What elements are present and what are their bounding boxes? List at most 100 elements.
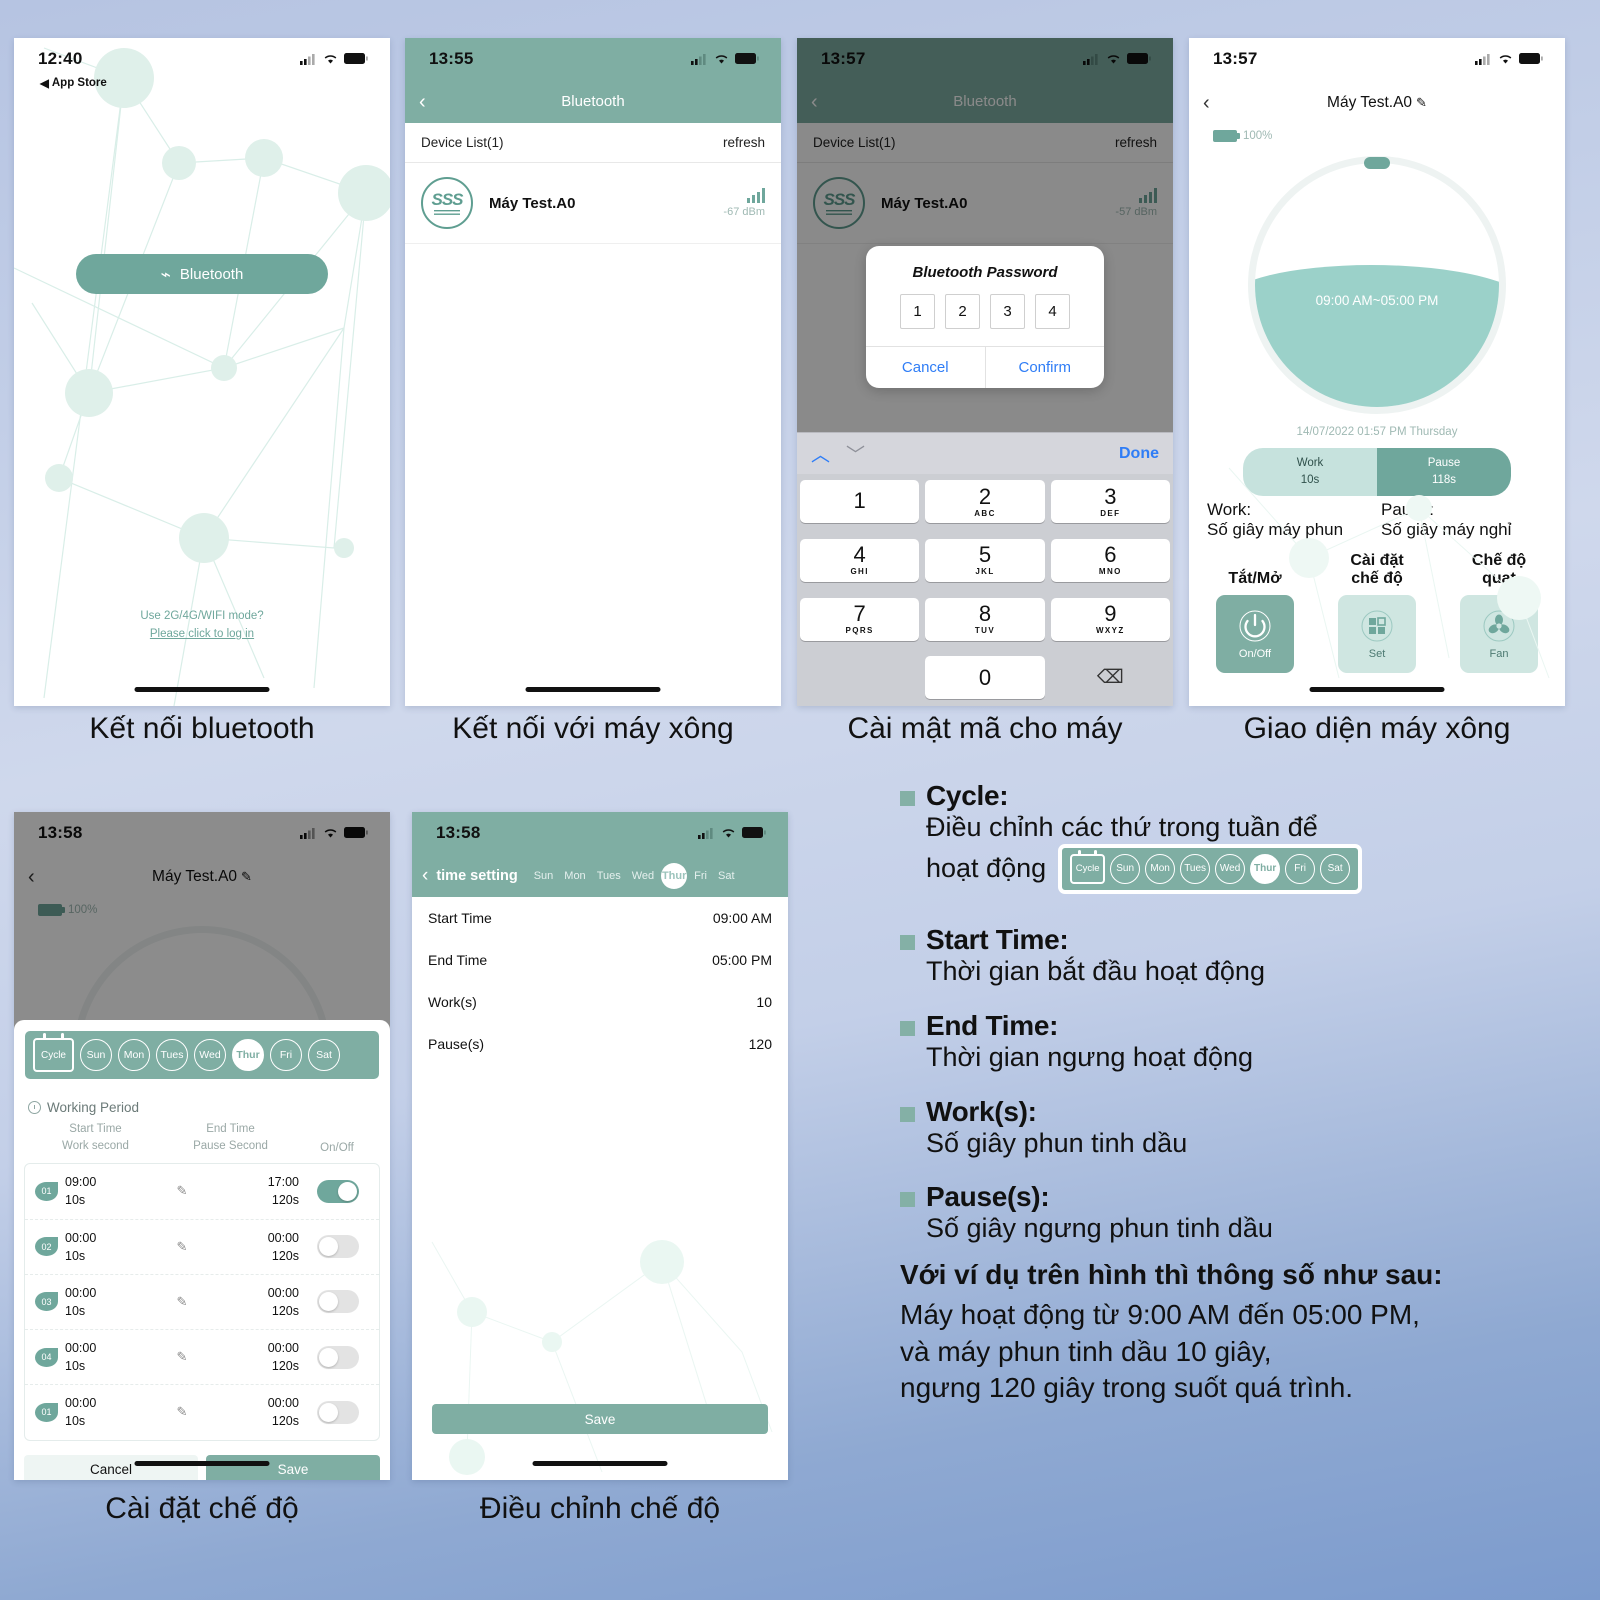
login-hint-link[interactable]: Please click to log in — [14, 626, 390, 644]
row-start-time: 00:00 — [65, 1285, 97, 1300]
home-indicator — [532, 1461, 668, 1466]
mini-cycle-selector: Cycle Sun Mon Tues Wed Thur Fri Sat — [1058, 843, 1363, 894]
row-number-badge: 04 — [35, 1347, 58, 1367]
backspace-key-icon[interactable]: ⌫ — [1051, 656, 1170, 699]
password-digit-1[interactable]: 1 — [900, 294, 935, 329]
confirm-button[interactable]: Confirm — [986, 347, 1105, 388]
dial-knob-handle[interactable] — [1364, 157, 1390, 169]
mini-cycle-label: Cycle — [1075, 863, 1100, 875]
bullet-square-icon — [900, 1020, 915, 1036]
back-to-app-store[interactable]: ◀ App Store — [40, 76, 107, 90]
wifi-icon — [1499, 55, 1512, 64]
save-button[interactable]: Save — [206, 1454, 380, 1480]
row-work-seconds: 10s — [65, 1414, 86, 1429]
key-2[interactable]: 2 ABC — [925, 480, 1045, 523]
password-digit-group: 1 2 3 4 — [866, 294, 1104, 346]
device-title: Máy Test.A0 — [1327, 94, 1413, 111]
back-chevron-icon[interactable]: ‹ — [1203, 93, 1210, 113]
row-toggle[interactable] — [317, 1235, 359, 1259]
row-work-seconds: 10s — [65, 1248, 86, 1263]
device-row[interactable]: SSS Máy Test.A0 -67 dBm — [405, 163, 781, 244]
bullet-square-icon — [900, 791, 915, 806]
status-bar: 13:55 — [405, 38, 781, 80]
row-edit-pencil-icon[interactable]: ✎ — [156, 1349, 208, 1365]
chevron-up-icon[interactable]: ︿ — [811, 440, 830, 467]
row-toggle[interactable] — [317, 1400, 359, 1424]
key-3[interactable]: 3 DEF — [1050, 480, 1170, 523]
col-start-bottom: Work second — [62, 1140, 129, 1153]
status-bar: 13:58 — [412, 812, 788, 854]
day-mon[interactable]: Mon — [118, 1039, 150, 1071]
key-7[interactable]: 7 PQRS — [800, 597, 920, 641]
toggle-knob — [319, 1402, 338, 1422]
key-0[interactable]: 0 — [925, 656, 1045, 700]
login-hint[interactable]: Use 2G/4G/WIFI mode? Please click to log… — [14, 608, 390, 644]
toggle-knob — [338, 1181, 357, 1201]
phone-screen-device-list: 13:55 ‹ Bluetooth Device List(1) refresh… — [405, 38, 781, 706]
password-digit-4[interactable]: 4 — [1035, 294, 1070, 329]
password-digit-2[interactable]: 2 — [945, 294, 980, 329]
row-toggle[interactable] — [317, 1290, 359, 1314]
day-fri[interactable]: Fri — [270, 1039, 302, 1071]
col-start: Start Time Work second — [28, 1121, 163, 1157]
day-sun[interactable]: Sun — [80, 1039, 112, 1071]
key-5[interactable]: 5 JKL — [925, 538, 1045, 582]
table-row[interactable]: 01 09:00 10s ✎ 17:00 120s — [25, 1164, 379, 1220]
legend-item-cycle: Cycle: Điều chỉnh các thứ trong tuần để … — [900, 780, 1590, 894]
table-row[interactable]: 03 00:00 10s ✎ 00:00 120s — [25, 1275, 379, 1330]
key-1[interactable]: 1 — [800, 480, 920, 523]
row-end-time: 00:00 — [267, 1285, 299, 1300]
row-work-seconds: 10s — [65, 1359, 86, 1374]
bluetooth-button[interactable]: ⌁ Bluetooth — [76, 254, 328, 294]
home-indicator — [134, 1461, 270, 1466]
day-sat[interactable]: Sat — [308, 1039, 340, 1071]
cancel-button[interactable]: Cancel — [866, 347, 986, 388]
day-wed[interactable]: Wed — [194, 1039, 226, 1071]
save-button[interactable]: Save — [432, 1404, 768, 1434]
cycle-setting-sheet: Cycle Sun Mon Tues Wed Thur Fri Sat Work… — [14, 1020, 390, 1480]
key-6[interactable]: 6 MNO — [1050, 538, 1170, 582]
status-time: 13:55 — [429, 49, 474, 68]
refresh-button[interactable]: refresh — [723, 135, 765, 150]
calendar-icon: Cycle — [1070, 849, 1106, 884]
row-end-time: 00:00 — [267, 1396, 299, 1411]
row-toggle[interactable] — [317, 1179, 359, 1203]
row-toggle[interactable] — [317, 1345, 359, 1369]
phone-screen-cycle-setting: 13:58 ‹ Máy Test.A0 ✎ 100% Cycle Sun Mon… — [14, 812, 390, 1480]
key-4[interactable]: 4 GHI — [800, 538, 920, 582]
row-number-badge: 01 — [35, 1181, 58, 1201]
row-start-time: 00:00 — [65, 1230, 97, 1245]
key-8[interactable]: 8 TUV — [925, 597, 1045, 641]
schedule-dial[interactable]: 09:00 AM~05:00 PM — [1248, 156, 1506, 414]
day-tues[interactable]: Tues — [156, 1039, 188, 1071]
col-end-bottom: Pause Second — [193, 1140, 268, 1153]
home-indicator — [1309, 687, 1445, 692]
key-9[interactable]: 9 WXYZ — [1050, 597, 1170, 641]
day-thur[interactable]: Thur — [232, 1039, 264, 1071]
legend-start-term: Start Time: — [926, 923, 1069, 955]
dial-fill — [1255, 265, 1499, 407]
cancel-button[interactable]: Cancel — [24, 1454, 198, 1480]
summary-title: Với ví dụ trên hình thì thông số như sau… — [900, 1259, 1443, 1291]
avatar-text: SSS — [431, 190, 463, 209]
keyboard-done-button[interactable]: Done — [1119, 445, 1159, 463]
caption-phone3: Cài mật mã cho máy — [847, 712, 1123, 745]
calendar-icon[interactable]: Cycle — [33, 1033, 74, 1072]
table-row[interactable]: 02 00:00 10s ✎ 00:00 120s — [25, 1220, 379, 1275]
table-row[interactable]: 01 00:00 10s ✎ 00:00 120s — [25, 1385, 379, 1439]
dial-time-range: 09:00 AM~05:00 PM — [1315, 292, 1439, 308]
row-edit-pencil-icon[interactable]: ✎ — [156, 1183, 208, 1199]
summary-line-2: và máy phun tinh dầu 10 giây, — [900, 1335, 1272, 1367]
password-digit-3[interactable]: 3 — [990, 294, 1025, 329]
legend-item-work: Work(s): Số giây phun tinh dầu — [900, 1096, 1590, 1160]
row-edit-pencil-icon[interactable]: ✎ — [156, 1294, 208, 1310]
table-row[interactable]: 04 00:00 10s ✎ 00:00 120s — [25, 1330, 379, 1386]
edit-pencil-icon[interactable]: ✎ — [1416, 95, 1427, 111]
chevron-down-icon[interactable]: ﹀ — [846, 440, 865, 467]
battery-icon — [735, 53, 759, 64]
row-edit-pencil-icon[interactable]: ✎ — [156, 1404, 208, 1420]
battery-icon — [742, 827, 766, 838]
row-edit-pencil-icon[interactable]: ✎ — [156, 1239, 208, 1255]
device-list-header: Device List(1) refresh — [405, 123, 781, 163]
back-chevron-icon[interactable]: ‹ — [419, 92, 426, 112]
